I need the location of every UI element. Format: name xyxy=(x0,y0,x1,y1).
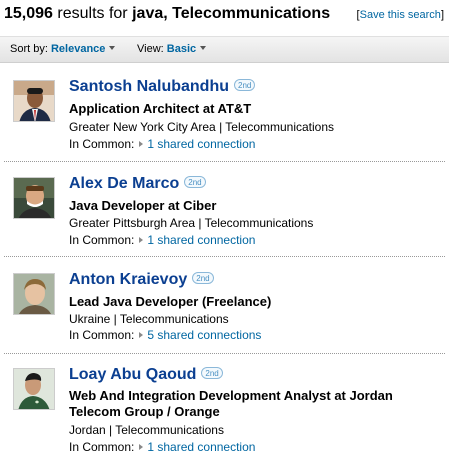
name-line: Santosh Nalubandhu 2nd xyxy=(69,78,256,96)
in-common-label: In Common: xyxy=(69,137,135,151)
profile-location: Greater New York City Area | Telecommuni… xyxy=(69,120,335,134)
search-query: java, Telecommunications xyxy=(132,5,331,22)
sort-toolbar: Sort by: Relevance View: Basic xyxy=(0,36,449,63)
profile-photo[interactable] xyxy=(13,177,55,219)
results-for-text: results for xyxy=(57,5,128,22)
name-line: Anton Kraievoy 2nd xyxy=(69,271,214,289)
in-common-label: In Common: xyxy=(69,440,135,454)
shared-connections-link[interactable]: 1 shared connection xyxy=(147,137,255,151)
results-count: 15,096 xyxy=(4,5,53,22)
chevron-down-icon[interactable] xyxy=(200,46,207,50)
profile-name-link[interactable]: Anton Kraievoy xyxy=(69,271,187,288)
shared-connections-link[interactable]: 1 shared connection xyxy=(147,233,255,247)
in-common: In Common: 1 shared connection xyxy=(69,440,255,454)
profile-headline: Lead Java Developer (Freelance) xyxy=(69,294,272,309)
profile-name-link[interactable]: Santosh Nalubandhu xyxy=(69,78,229,95)
in-common: In Common: 1 shared connection xyxy=(69,233,255,247)
expand-arrow-icon[interactable] xyxy=(139,237,144,243)
name-line: Alex De Marco 2nd xyxy=(69,175,206,193)
view-label: View: xyxy=(137,43,164,55)
name-line: Loay Abu Qaoud 2nd xyxy=(69,366,223,384)
in-common: In Common: 5 shared connections xyxy=(69,328,261,342)
sort-by-label: Sort by: xyxy=(10,43,48,55)
chevron-down-icon[interactable] xyxy=(109,46,116,50)
profile-photo[interactable] xyxy=(13,80,55,122)
connection-degree-badge: 2nd xyxy=(184,176,206,188)
person-photo-icon xyxy=(14,178,54,218)
sort-by-dropdown[interactable]: Relevance xyxy=(51,43,105,55)
shared-connections-link[interactable]: 1 shared connection xyxy=(147,440,255,454)
view-control[interactable]: View: Basic xyxy=(137,43,207,55)
profile-photo[interactable] xyxy=(13,273,55,315)
expand-arrow-icon[interactable] xyxy=(139,332,144,338)
save-search-link[interactable]: Save this search xyxy=(360,9,441,21)
in-common-label: In Common: xyxy=(69,328,135,342)
in-common-label: In Common: xyxy=(69,233,135,247)
in-common: In Common: 1 shared connection xyxy=(69,137,255,151)
search-results-header: 15,096 results for java, Telecommunicati… xyxy=(0,0,449,30)
expand-arrow-icon[interactable] xyxy=(139,444,144,450)
person-photo-icon xyxy=(14,81,54,121)
profile-headline: Java Developer at Ciber xyxy=(69,198,217,213)
profile-headline: Application Architect at AT&T xyxy=(69,101,252,116)
view-dropdown[interactable]: Basic xyxy=(167,43,196,55)
result-divider xyxy=(4,256,445,257)
profile-headline: Web And Integration Development Analyst … xyxy=(69,388,393,419)
profile-photo[interactable] xyxy=(13,368,55,410)
sort-by-control[interactable]: Sort by: Relevance xyxy=(10,43,116,55)
profile-location: Greater Pittsburgh Area | Telecommunicat… xyxy=(69,216,314,230)
connection-degree-badge: 2nd xyxy=(234,79,256,91)
save-search-wrapper: [Save this search] xyxy=(356,9,444,21)
connection-degree-badge: 2nd xyxy=(192,272,214,284)
person-photo-icon xyxy=(14,369,54,409)
profile-location: Jordan | Telecommunications xyxy=(69,423,224,437)
person-photo-icon xyxy=(14,274,54,314)
shared-connections-link[interactable]: 5 shared connections xyxy=(147,328,261,342)
connection-degree-badge: 2nd xyxy=(201,367,223,379)
profile-location: Ukraine | Telecommunications xyxy=(69,312,229,326)
result-divider xyxy=(4,161,445,162)
profile-name-link[interactable]: Alex De Marco xyxy=(69,175,179,192)
results-summary: 15,096 results for java, Telecommunicati… xyxy=(4,5,330,23)
result-divider xyxy=(4,353,445,354)
expand-arrow-icon[interactable] xyxy=(139,141,144,147)
profile-name-link[interactable]: Loay Abu Qaoud xyxy=(69,366,196,383)
